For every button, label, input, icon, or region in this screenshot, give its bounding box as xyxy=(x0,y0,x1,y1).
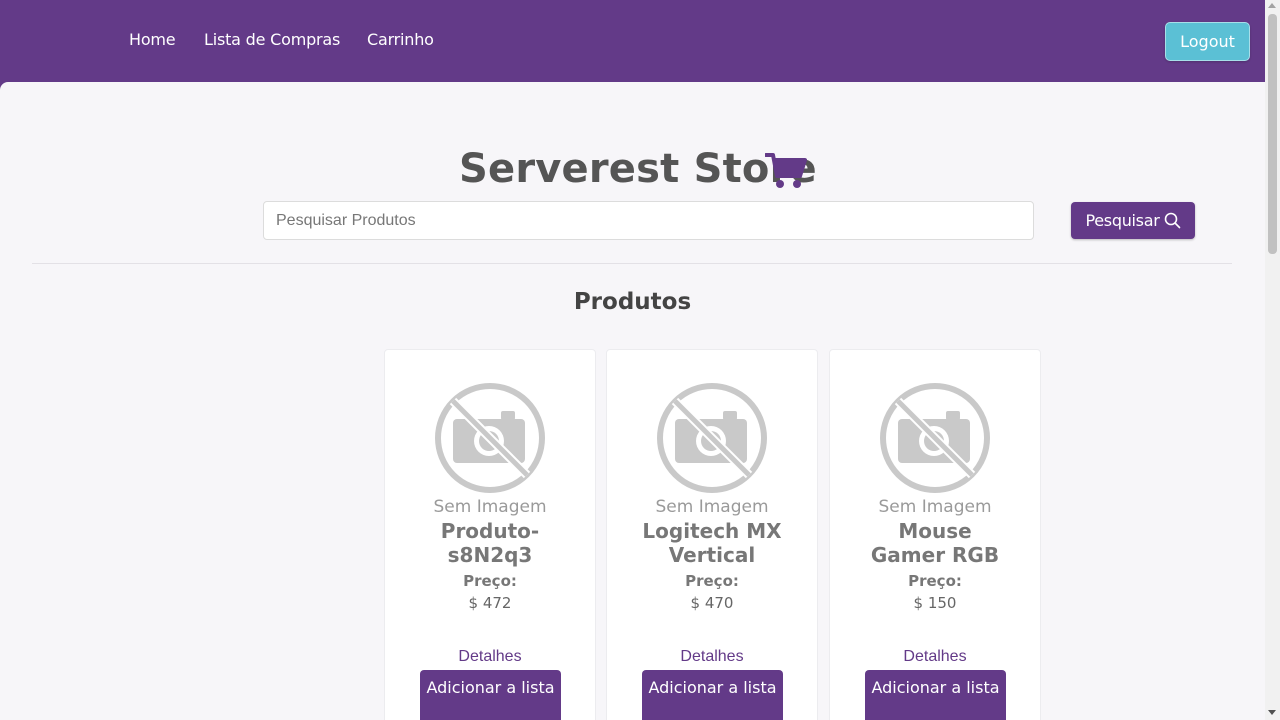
nav-home-link[interactable]: Home xyxy=(129,30,176,50)
search-button-label: Pesquisar xyxy=(1085,211,1160,230)
no-image-label: Sem Imagem xyxy=(433,497,547,517)
details-link[interactable]: Detalhes xyxy=(830,648,1040,666)
details-link[interactable]: Detalhes xyxy=(607,648,817,666)
product-name: Mouse Gamer RGB xyxy=(870,519,1000,567)
products-section-title: Produtos xyxy=(573,289,692,315)
product-card: Sem Imagem Mouse Gamer RGB Preço: $ 150 … xyxy=(829,349,1041,720)
scroll-up-arrow-icon[interactable] xyxy=(1268,3,1276,8)
search-icon xyxy=(1164,212,1180,229)
details-link[interactable]: Detalhes xyxy=(385,648,595,666)
add-to-list-button[interactable]: Adicionar a lista xyxy=(642,670,783,720)
no-image-camera-icon xyxy=(880,383,990,493)
add-to-list-button[interactable]: Adicionar a lista xyxy=(865,670,1006,720)
no-image-camera-icon xyxy=(657,383,767,493)
product-card: Sem Imagem Produto-s8N2q3 Preço: $ 472 D… xyxy=(384,349,596,720)
no-image-label: Sem Imagem xyxy=(655,497,769,517)
nav-shopping-list-link[interactable]: Lista de Compras xyxy=(204,30,340,50)
shopping-cart-icon xyxy=(765,153,807,188)
price-value: $ 472 xyxy=(468,594,512,612)
main-content: Serverest Store Pesquisar Produtos Sem I… xyxy=(0,82,1265,720)
price-label: Preço: xyxy=(685,572,739,590)
search-input[interactable] xyxy=(263,201,1034,240)
divider xyxy=(32,263,1232,264)
price-label: Preço: xyxy=(908,572,962,590)
no-image-label: Sem Imagem xyxy=(878,497,992,517)
no-image-camera-icon xyxy=(435,383,545,493)
page-title: Serverest Store xyxy=(459,146,817,192)
navbar: Home Lista de Compras Carrinho Logout xyxy=(0,0,1265,82)
vertical-scrollbar[interactable] xyxy=(1265,0,1280,720)
product-card: Sem Imagem Logitech MX Vertical Preço: $… xyxy=(606,349,818,720)
product-name: Logitech MX Vertical xyxy=(642,519,782,567)
price-label: Preço: xyxy=(463,572,517,590)
price-value: $ 470 xyxy=(690,594,734,612)
scrollbar-thumb[interactable] xyxy=(1268,14,1277,254)
add-to-list-button[interactable]: Adicionar a lista xyxy=(420,670,561,720)
scroll-down-arrow-icon[interactable] xyxy=(1268,710,1276,715)
price-value: $ 150 xyxy=(913,594,957,612)
nav-cart-link[interactable]: Carrinho xyxy=(367,30,434,50)
product-name: Produto-s8N2q3 xyxy=(440,519,540,567)
logout-button[interactable]: Logout xyxy=(1165,22,1250,61)
search-button[interactable]: Pesquisar xyxy=(1071,202,1195,239)
